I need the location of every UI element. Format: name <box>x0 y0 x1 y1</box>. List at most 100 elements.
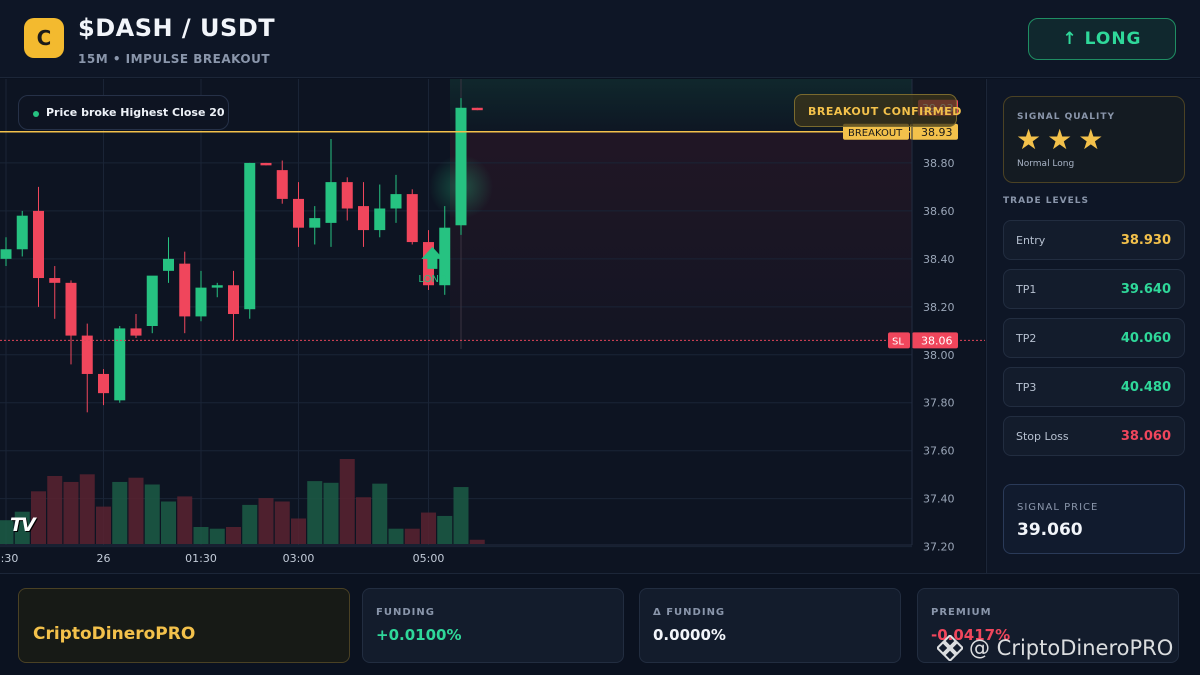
candle-body <box>146 275 158 326</box>
price-tick-label: 37.20 <box>923 541 955 554</box>
star-icon: ★ <box>1047 123 1073 156</box>
volume-bar <box>209 528 225 544</box>
level-name: Entry <box>1016 234 1046 247</box>
sl-price-text: 38.06 <box>921 334 953 347</box>
candle-body <box>49 278 61 283</box>
candle-body <box>455 107 467 226</box>
breakout-price-text: 38.93 <box>921 126 953 139</box>
level-value: 38.060 <box>1120 429 1171 444</box>
delta-funding-value: 0.0000% <box>653 626 726 644</box>
quality-stars: ★ ★ ★ <box>1016 125 1103 155</box>
price-tick-label: 38.80 <box>923 157 955 170</box>
funding-label: FUNDING <box>376 607 435 618</box>
delta-funding-label: Δ FUNDING <box>653 607 726 618</box>
time-tick-label: 26 <box>97 552 111 565</box>
time-tick-label: 05:00 <box>413 552 445 565</box>
volume-bar <box>372 483 388 544</box>
volume-bar <box>388 528 404 544</box>
delta-funding-card: Δ FUNDING 0.0000% <box>639 588 901 663</box>
volume-bar <box>193 527 209 544</box>
star-icon: ★ <box>1016 123 1042 156</box>
header-bar: C $DASH / USDT 15M • IMPULSE BREAKOUT ↑ … <box>0 0 1200 78</box>
candle-body <box>374 208 386 231</box>
volume-bar <box>323 482 339 544</box>
volume-bar <box>242 504 258 544</box>
volume-bar <box>79 474 95 544</box>
signal-price-label: SIGNAL PRICE <box>1017 502 1099 513</box>
price-chart[interactable]: 39.03BREAKOUT38.93SL38.06LONG 38.8038.60… <box>0 79 985 573</box>
candle-body <box>244 162 256 310</box>
tradingview-logo-icon: TV <box>10 514 36 536</box>
candle-body <box>195 287 207 317</box>
volume-bar <box>339 459 355 544</box>
signal-quality-label: SIGNAL QUALITY <box>1017 112 1115 122</box>
breakout-label-text: BREAKOUT <box>848 128 903 139</box>
price-tick-label: 38.00 <box>923 349 955 362</box>
watermark-text: @ CriptoDineroPRO <box>969 636 1174 660</box>
level-name: TP1 <box>1016 283 1037 296</box>
volume-bar <box>404 528 420 544</box>
funding-value: +0.0100% <box>376 626 462 644</box>
watermark: @ CriptoDineroPRO <box>937 635 1173 661</box>
volume-bar <box>112 481 128 544</box>
level-name: Stop Loss <box>1016 430 1069 443</box>
level-value: 40.060 <box>1120 331 1171 346</box>
volume-bar <box>421 512 436 544</box>
brand-name: CriptoDineroPRO <box>33 624 196 644</box>
long-direction-button[interactable]: ↑ LONG <box>1028 18 1176 60</box>
volume-bar <box>437 515 453 544</box>
signal-quality-text: Normal Long <box>1017 159 1075 169</box>
breakout-confirmed-badge: BREAKOUT CONFIRMED <box>794 94 961 127</box>
volume-bar <box>258 498 274 544</box>
level-value: 39.640 <box>1120 282 1171 297</box>
signal-sidebar: SIGNAL QUALITY ★ ★ ★ Normal Long TRADE L… <box>986 79 1200 573</box>
trade-levels-title: TRADE LEVELS <box>1003 196 1089 206</box>
pair-title: $DASH / USDT <box>78 14 276 42</box>
volume-bar <box>291 518 306 544</box>
volume-bar <box>177 496 193 544</box>
time-tick-label: 03:00 <box>283 552 315 565</box>
signal-quality-card: SIGNAL QUALITY ★ ★ ★ Normal Long <box>1003 96 1185 183</box>
premium-label: PREMIUM <box>931 607 992 618</box>
level-row-tp1: TP1 39.640 <box>1003 269 1185 309</box>
candle-body <box>260 162 272 166</box>
info-badge-text: Price broke Highest Close 20 <box>46 106 225 119</box>
level-value: 38.930 <box>1120 233 1171 248</box>
level-name: TP2 <box>1016 332 1037 345</box>
candle-body <box>325 182 337 223</box>
level-row-entry: Entry 38.930 <box>1003 220 1185 260</box>
candle-body <box>276 170 288 199</box>
level-value: 40.480 <box>1120 380 1171 395</box>
candle-body <box>358 206 369 231</box>
candle-body <box>98 373 109 394</box>
candle-body <box>81 335 93 374</box>
candle-body <box>65 282 77 336</box>
volume-bar <box>47 476 63 544</box>
volume-bar <box>453 487 469 544</box>
price-tick-label: 38.40 <box>923 253 955 266</box>
price-tick-label: 37.40 <box>923 493 955 506</box>
breakout-confirmed-text: BREAKOUT CONFIRMED <box>808 105 962 118</box>
candlestick-chart[interactable]: 39.03BREAKOUT38.93SL38.06LONG 38.8038.60… <box>0 79 985 573</box>
volume-bar <box>307 481 323 544</box>
price-tick-label: 37.80 <box>923 397 955 410</box>
coin-logo-icon: C <box>24 18 64 58</box>
info-badge: Price broke Highest Close 20 <box>18 95 229 130</box>
candle-body <box>406 194 418 243</box>
candle-body <box>390 194 402 209</box>
brand-card: CriptoDineroPRO <box>18 588 350 663</box>
binance-logo-icon <box>937 635 963 661</box>
candle-body <box>130 328 142 336</box>
level-name: TP3 <box>1016 381 1037 394</box>
funding-card: FUNDING +0.0100% <box>362 588 624 663</box>
signal-price-card: SIGNAL PRICE 39.060 <box>1003 484 1185 554</box>
candle-body <box>471 107 483 111</box>
long-signal-text: LONG <box>418 274 446 285</box>
volume-bar <box>144 484 160 544</box>
volume-bar <box>274 501 290 544</box>
price-tick-label: 38.20 <box>923 301 955 314</box>
sl-label-text: SL <box>892 336 904 347</box>
candle-body <box>341 182 353 209</box>
timeframe-subtitle: 15M • IMPULSE BREAKOUT <box>78 52 271 66</box>
volume-bar <box>96 506 111 544</box>
